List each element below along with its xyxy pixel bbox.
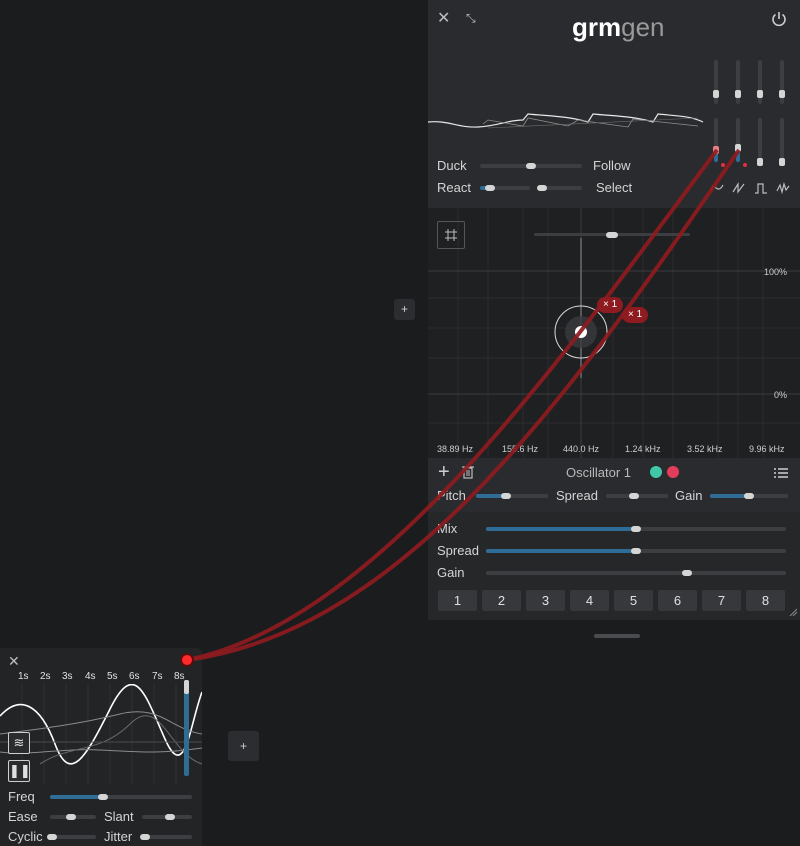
shape-square-mod-slider[interactable]: [757, 118, 763, 166]
sine-wave-icon[interactable]: [710, 182, 724, 194]
time-tick: 4s: [85, 671, 96, 682]
close-icon[interactable]: ✕: [437, 11, 450, 27]
resize-handle-icon[interactable]: [789, 608, 798, 617]
shape-noise-mod-slider[interactable]: [779, 118, 785, 166]
oscillator-color-b[interactable]: [667, 466, 679, 478]
slot-button-3[interactable]: 3: [526, 590, 565, 611]
grid-icon[interactable]: [437, 221, 465, 249]
power-icon[interactable]: [770, 10, 788, 33]
waveform-mode-icon[interactable]: ≋: [8, 732, 30, 754]
time-tick: 1s: [18, 671, 29, 682]
expand-icon[interactable]: ⤡: [466, 10, 476, 26]
duck-slider[interactable]: [480, 163, 582, 169]
mix-spread-slider[interactable]: [486, 548, 786, 554]
slot-button-5[interactable]: 5: [614, 590, 653, 611]
freq-label: 155.6 Hz: [502, 444, 539, 454]
time-tick: 3s: [62, 671, 73, 682]
cyclic-label: Cyclic: [8, 829, 43, 844]
slot-button-6[interactable]: 6: [658, 590, 697, 611]
gen-header-section: ✕ ⤡ grmgen Duck Follow React Select: [428, 0, 800, 208]
slot-button-4[interactable]: 4: [570, 590, 609, 611]
time-tick: 8s: [174, 671, 185, 682]
canvas-add-button[interactable]: +: [394, 299, 415, 320]
spectrum-cursor: [575, 326, 587, 338]
lfo-output-meter: [184, 680, 189, 776]
select-label: Select: [596, 180, 633, 195]
mix-spread-label: Spread: [437, 543, 479, 558]
spectrum-grid: [428, 208, 800, 458]
waveform-display: [428, 113, 704, 129]
shape-noise-level-slider[interactable]: [779, 60, 785, 104]
freq-label: 3.52 kHz: [687, 444, 723, 454]
noise-wave-icon[interactable]: [776, 182, 790, 194]
shape-sine-level-slider[interactable]: [713, 60, 719, 104]
gain-label: Gain: [675, 488, 703, 503]
time-tick: 2s: [40, 671, 51, 682]
mix-gain-slider[interactable]: [486, 570, 786, 576]
oscillator-color-a[interactable]: [650, 466, 662, 478]
freq-label: Freq: [8, 789, 35, 804]
oscillator-title[interactable]: Oscillator 1: [566, 465, 631, 480]
lfo-freq-slider[interactable]: [50, 794, 192, 800]
list-icon[interactable]: [774, 466, 788, 484]
duck-label: Duck: [437, 158, 467, 173]
ease-label: Ease: [8, 809, 38, 824]
logo-light: gen: [621, 12, 665, 42]
spectrum-xy-pad[interactable]: 100% 0% 38.89 Hz 155.6 Hz 440.0 Hz 1.24 …: [428, 208, 800, 458]
mix-slider[interactable]: [486, 526, 786, 532]
select-slider[interactable]: [537, 185, 582, 191]
trash-icon[interactable]: [461, 464, 475, 485]
jitter-label: Jitter: [104, 829, 133, 844]
saw-wave-icon[interactable]: [732, 182, 746, 194]
spread-label: Spread: [556, 488, 598, 503]
react-slider[interactable]: [480, 185, 530, 191]
freq-label: 440.0 Hz: [563, 444, 600, 454]
spectrum-range-slider[interactable]: [534, 232, 690, 238]
lfo-cyclic-slider[interactable]: [47, 834, 96, 840]
app-logo: grmgen: [572, 12, 665, 43]
logo-bold: grm: [572, 12, 622, 42]
lfo-add-button[interactable]: +: [228, 731, 259, 761]
shape-saw-level-slider[interactable]: [735, 60, 741, 104]
time-tick: 6s: [129, 671, 140, 682]
osc-gain-slider[interactable]: [710, 493, 788, 499]
mix-label: Mix: [437, 521, 458, 536]
time-tick: 5s: [107, 671, 118, 682]
lfo-jitter-slider[interactable]: [140, 834, 192, 840]
osc-spread-slider[interactable]: [606, 493, 668, 499]
slot-button-8[interactable]: 8: [746, 590, 785, 611]
shape-saw-mod-slider[interactable]: [735, 118, 741, 162]
slot-button-2[interactable]: 2: [482, 590, 521, 611]
shape-sine-mod-slider[interactable]: [713, 118, 719, 162]
freq-label: 38.89 Hz: [437, 444, 474, 454]
pause-icon[interactable]: ❚❚: [8, 760, 31, 782]
percent-bottom-label: 0%: [774, 390, 788, 400]
time-tick: 7s: [152, 671, 163, 682]
shape-square-level-slider[interactable]: [757, 60, 763, 104]
lfo-module-panel: ✕ 1s 2s 3s 4s 5s 6s 7s 8s ≋ ❚❚ Freq Ease…: [0, 648, 202, 846]
mix-gain-label: Gain: [437, 565, 465, 580]
square-wave-icon[interactable]: [754, 182, 768, 194]
follow-label: Follow: [593, 158, 631, 173]
mod-amount-badge[interactable]: × 1: [597, 297, 624, 313]
panel-drag-handle[interactable]: [594, 634, 640, 638]
lfo-ease-slider[interactable]: [50, 814, 96, 820]
lfo-slant-slider[interactable]: [142, 814, 192, 820]
mod-amount-badge[interactable]: × 1: [622, 307, 649, 323]
react-label: React: [437, 180, 471, 195]
oscillator-section: + Oscillator 1 Pitch Spread Gain: [428, 458, 800, 512]
slant-label: Slant: [104, 809, 134, 824]
slot-button-7[interactable]: 7: [702, 590, 741, 611]
mod-indicator-dot: [721, 163, 725, 167]
percent-top-label: 100%: [764, 267, 788, 277]
pitch-slider[interactable]: [476, 493, 548, 499]
slot-button-1[interactable]: 1: [438, 590, 477, 611]
freq-label: 9.96 kHz: [749, 444, 785, 454]
close-icon[interactable]: ✕: [8, 653, 20, 669]
mod-indicator-dot: [743, 163, 747, 167]
plus-icon[interactable]: +: [438, 462, 450, 482]
freq-label: 1.24 kHz: [625, 444, 661, 454]
pitch-label: Pitch: [437, 488, 466, 503]
